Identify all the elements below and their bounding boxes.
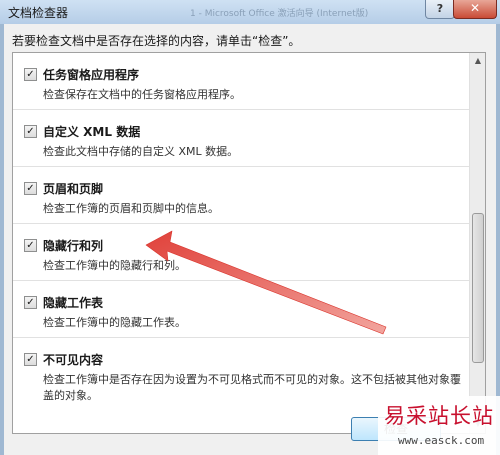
screenshot-root: 文档检查器 1 - Microsoft Office 激活向导 (Interne… — [0, 0, 500, 455]
dialog-body: 若要检查文档中是否存在选择的内容，请单击“检查”。 ✓ 任务窗格应用程序 检查保… — [4, 24, 496, 455]
title-bar[interactable]: 文档检查器 1 - Microsoft Office 激活向导 (Interne… — [0, 0, 500, 24]
list-item-header-footer: ✓ 页眉和页脚 检查工作簿的页眉和页脚中的信息。 — [13, 167, 469, 224]
window-title: 文档检查器 — [8, 6, 69, 20]
checkbox-hidden-rows-columns[interactable]: ✓ — [24, 239, 37, 252]
checkbox-header-footer[interactable]: ✓ — [24, 182, 37, 195]
checkbox-hidden-worksheets[interactable]: ✓ — [24, 296, 37, 309]
item-title: 隐藏工作表 — [43, 296, 104, 310]
checkbox-task-pane-apps[interactable]: ✓ — [24, 68, 37, 81]
site-watermark: 易采站长站 www.easck.com — [378, 396, 500, 455]
item-title: 页眉和页脚 — [43, 182, 104, 196]
list-item-task-pane-apps: ✓ 任务窗格应用程序 检查保存在文档中的任务窗格应用程序。 — [13, 53, 469, 110]
item-description: 检查此文档中存储的自定义 XML 数据。 — [43, 145, 239, 158]
list-item-hidden-rows-columns: ✓ 隐藏行和列 检查工作簿中的隐藏行和列。 — [13, 224, 469, 281]
scroll-thumb[interactable] — [472, 213, 484, 363]
item-title: 不可见内容 — [43, 353, 104, 367]
checkbox-invisible-content[interactable]: ✓ — [24, 353, 37, 366]
item-description: 检查工作簿中的隐藏工作表。 — [43, 316, 186, 329]
inspection-list: ✓ 任务窗格应用程序 检查保存在文档中的任务窗格应用程序。 ✓ 自定义 XML … — [12, 52, 486, 434]
vertical-scrollbar[interactable]: ▲ ▼ — [469, 53, 485, 433]
list-item-hidden-worksheets: ✓ 隐藏工作表 检查工作簿中的隐藏工作表。 — [13, 281, 469, 338]
item-title: 任务窗格应用程序 — [43, 68, 140, 82]
scroll-up-icon[interactable]: ▲ — [470, 53, 485, 69]
item-description: 检查保存在文档中的任务窗格应用程序。 — [43, 88, 241, 101]
checkbox-custom-xml[interactable]: ✓ — [24, 125, 37, 138]
item-description: 检查工作簿中的隐藏行和列。 — [43, 259, 186, 272]
item-title: 隐藏行和列 — [43, 239, 104, 253]
background-window-title: 1 - Microsoft Office 激活向导 (Internet版) — [190, 9, 369, 19]
watermark-title: 易采站长站 — [384, 404, 494, 428]
close-button[interactable]: ✕ — [453, 0, 497, 19]
item-title: 自定义 XML 数据 — [43, 125, 141, 139]
watermark-url: www.easck.com — [398, 434, 485, 447]
help-button[interactable]: ? — [425, 0, 455, 19]
item-description: 检查工作簿的页眉和页脚中的信息。 — [43, 202, 219, 215]
instruction-text: 若要检查文档中是否存在选择的内容，请单击“检查”。 — [12, 34, 301, 48]
list-item-custom-xml: ✓ 自定义 XML 数据 检查此文档中存储的自定义 XML 数据。 — [13, 110, 469, 167]
